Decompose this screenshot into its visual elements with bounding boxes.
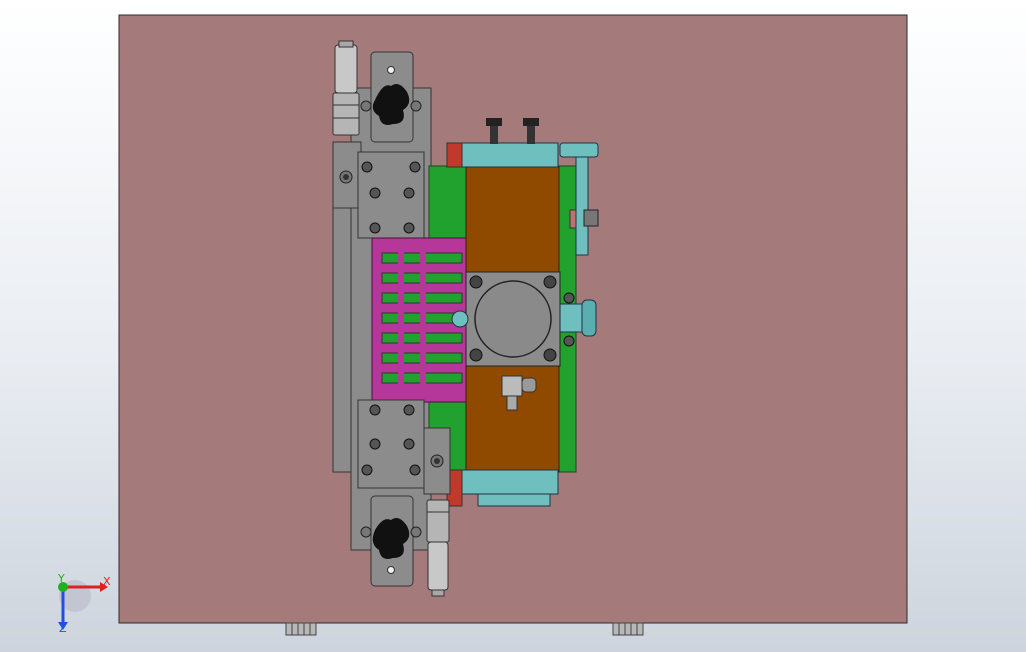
triad-x-label: X (103, 575, 111, 588)
central-cylinder[interactable] (451, 271, 561, 367)
teal-bottom-lip[interactable] (477, 493, 551, 507)
triad-y-label: Y (57, 572, 65, 585)
plate-foot-left[interactable] (285, 622, 317, 636)
coordinate-triad: X Y Z (57, 572, 111, 635)
top-sensor-cylinder[interactable] (332, 40, 360, 136)
bottom-sensor-cylinder[interactable] (426, 499, 450, 597)
cad-graphics-area[interactable]: X Y Z (0, 0, 1026, 652)
assembly-view[interactable]: X Y Z (0, 0, 1026, 652)
plate-foot-right[interactable] (612, 622, 644, 636)
red-accent-top[interactable] (446, 142, 463, 168)
teal-bottom-plate[interactable] (461, 469, 559, 495)
teal-top-plate[interactable] (461, 142, 559, 168)
triad-z-label: Z (59, 622, 67, 635)
